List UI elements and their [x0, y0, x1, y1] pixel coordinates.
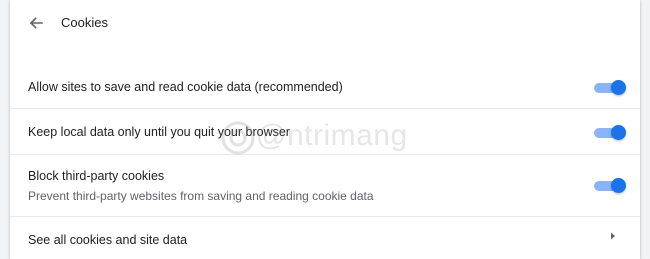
toggle-knob	[611, 178, 626, 193]
toggle-knob	[611, 80, 626, 95]
arrow-back-icon	[29, 17, 43, 29]
block-third-party-toggle[interactable]	[594, 178, 626, 193]
setting-label: Keep local data only until you quit your…	[28, 125, 290, 139]
setting-row-keep-local-data: Keep local data only until you quit your…	[10, 108, 640, 154]
link-label: See all cookies and site data	[28, 233, 188, 247]
toggle-knob	[611, 125, 626, 140]
see-all-cookies-row[interactable]: See all cookies and site data	[10, 216, 640, 259]
chevron-right-icon	[611, 232, 615, 240]
keep-local-data-toggle[interactable]	[594, 125, 626, 140]
setting-label: Allow sites to save and read cookie data…	[28, 80, 343, 94]
page-header: Cookies	[10, 0, 640, 46]
setting-label: Block third-party cookies	[28, 169, 165, 183]
back-button[interactable]	[24, 11, 48, 35]
setting-row-block-third-party: Block third-party cookies Prevent third-…	[10, 154, 640, 216]
setting-description: Prevent third-party websites from saving…	[28, 189, 374, 203]
allow-cookies-toggle[interactable]	[594, 80, 626, 95]
page-title: Cookies	[61, 15, 108, 30]
settings-card: Cookies Allow sites to save and read coo…	[10, 0, 640, 259]
setting-row-allow-cookies: Allow sites to save and read cookie data…	[10, 64, 640, 108]
